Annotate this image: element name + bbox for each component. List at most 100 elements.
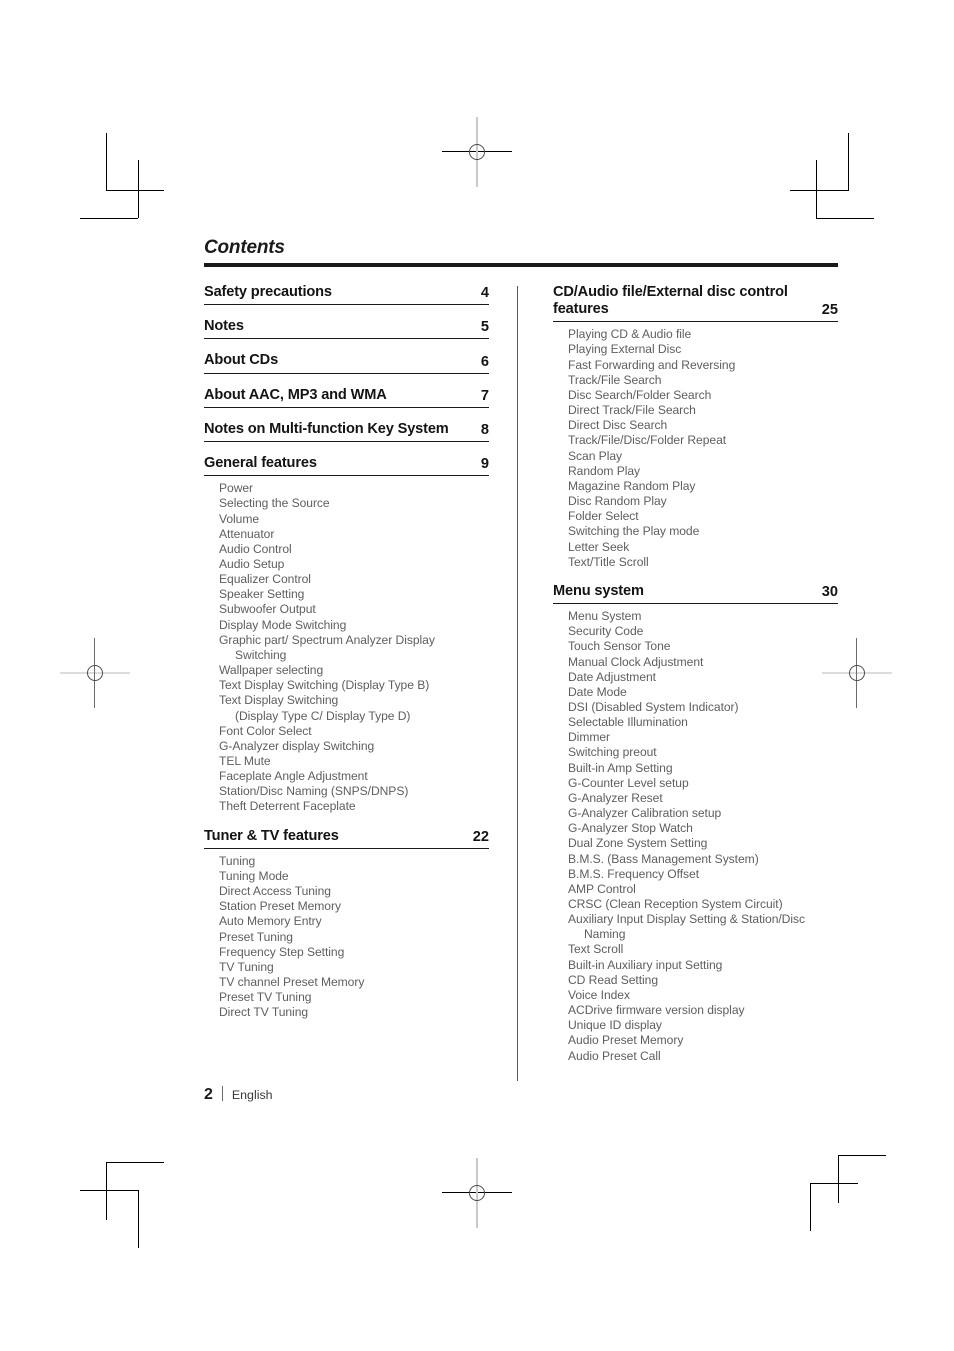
- toc-subitem[interactable]: CRSC (Clean Reception System Circuit): [568, 897, 838, 912]
- toc-subitem[interactable]: Track/File Search: [568, 373, 838, 388]
- toc-subitem[interactable]: Switching preout: [568, 745, 838, 760]
- toc-subitem[interactable]: Station Preset Memory: [219, 899, 489, 914]
- toc-subitem[interactable]: Random Play: [568, 464, 838, 479]
- toc-subitem[interactable]: Direct Track/File Search: [568, 403, 838, 418]
- toc-subitem[interactable]: Tuning: [219, 854, 489, 869]
- toc-subitem[interactable]: G-Counter Level setup: [568, 776, 838, 791]
- toc-subitem[interactable]: Text Scroll: [568, 942, 838, 957]
- toc-subitem[interactable]: AMP Control: [568, 882, 838, 897]
- toc-section-heading[interactable]: About CDs 6: [204, 352, 489, 374]
- toc-subitem[interactable]: G-Analyzer Reset: [568, 791, 838, 806]
- toc-subitem-label: Direct Access Tuning: [219, 884, 331, 899]
- toc-subitem[interactable]: Station/Disc Naming (SNPS/DNPS): [219, 784, 489, 799]
- toc-subitem[interactable]: Disc Search/Folder Search: [568, 388, 838, 403]
- toc-subitem[interactable]: Letter Seek: [568, 540, 838, 555]
- toc-subitem[interactable]: Direct Disc Search: [568, 418, 838, 433]
- toc-subitem[interactable]: CD Read Setting: [568, 973, 838, 988]
- toc-subitem[interactable]: Preset Tuning: [219, 930, 489, 945]
- toc-subitem[interactable]: Playing CD & Audio file: [568, 327, 838, 342]
- toc-subitem[interactable]: Dimmer: [568, 730, 838, 745]
- toc-section-title: Notes on Multi-function Key System: [204, 420, 449, 437]
- toc-subitem[interactable]: Tuning Mode: [219, 869, 489, 884]
- toc-subitem[interactable]: Switching the Play mode: [568, 524, 838, 539]
- toc-subitem[interactable]: Auto Memory Entry: [219, 914, 489, 929]
- toc-subitem[interactable]: Auxiliary Input Display Setting & Statio…: [568, 912, 838, 942]
- toc-section-heading[interactable]: Notes 5: [204, 318, 489, 340]
- toc-subitem[interactable]: G-Analyzer display Switching: [219, 739, 489, 754]
- toc-subitem[interactable]: Text Display Switching (Display Type B): [219, 678, 489, 693]
- toc-section-heading[interactable]: General features 9: [204, 455, 489, 477]
- toc-subitem-label: Audio Preset Memory: [568, 1033, 684, 1048]
- toc-subitem[interactable]: Preset TV Tuning: [219, 990, 489, 1005]
- toc-subitem[interactable]: TV Tuning: [219, 960, 489, 975]
- toc-section-page-number: 25: [821, 302, 838, 319]
- toc-subitem[interactable]: Audio Control: [219, 542, 489, 557]
- toc-subitem-label: Random Play: [568, 463, 641, 478]
- toc-subitem[interactable]: Text/Title Scroll: [568, 555, 838, 570]
- toc-subitem[interactable]: Manual Clock Adjustment: [568, 655, 838, 670]
- toc-subitem-label: Audio Setup: [219, 556, 285, 571]
- toc-subitem[interactable]: Speaker Setting: [219, 587, 489, 602]
- toc-subitem[interactable]: G-Analyzer Calibration setup: [568, 806, 838, 821]
- toc-subitem[interactable]: B.M.S. (Bass Management System): [568, 852, 838, 867]
- toc-subitem[interactable]: Font Color Select: [219, 724, 489, 739]
- crop-mark-line: [810, 1183, 858, 1184]
- toc-subitem[interactable]: Selectable Illumination: [568, 715, 838, 730]
- toc-subitem[interactable]: Faceplate Angle Adjustment: [219, 769, 489, 784]
- toc-subitem[interactable]: Text Display Switching (Display Type C/ D…: [219, 693, 489, 723]
- toc-section-heading[interactable]: Menu system 30: [553, 583, 838, 605]
- toc-subitem[interactable]: Theft Deterrent Faceplate: [219, 799, 489, 814]
- toc-subitem[interactable]: Track/File/Disc/Folder Repeat: [568, 433, 838, 448]
- toc-section-heading[interactable]: Notes on Multi-function Key System 8: [204, 421, 489, 442]
- toc-section-heading[interactable]: CD/Audio file/External disc control feat…: [553, 284, 838, 323]
- toc-subitem[interactable]: Built-in Auxiliary input Setting: [568, 958, 838, 973]
- toc-subitem[interactable]: Display Mode Switching: [219, 618, 489, 633]
- toc-subitem[interactable]: Equalizer Control: [219, 572, 489, 587]
- toc-subitem[interactable]: Direct Access Tuning: [219, 884, 489, 899]
- toc-subitem[interactable]: Wallpaper selecting: [219, 663, 489, 678]
- toc-subitem[interactable]: Power: [219, 481, 489, 496]
- toc-subitem[interactable]: DSI (Disabled System Indicator): [568, 700, 838, 715]
- toc-subitem[interactable]: Selecting the Source: [219, 496, 489, 511]
- toc-subitem[interactable]: Audio Preset Memory: [568, 1033, 838, 1048]
- toc-section-heading[interactable]: About AAC, MP3 and WMA 7: [204, 387, 489, 408]
- toc-subitem[interactable]: TEL Mute: [219, 754, 489, 769]
- toc-subitem[interactable]: Disc Random Play: [568, 494, 838, 509]
- toc-subitem[interactable]: Playing External Disc: [568, 342, 838, 357]
- toc-subitem[interactable]: Menu System: [568, 609, 838, 624]
- toc-subitem-list: Tuning Tuning Mode Direct Access Tuning Sta…: [204, 854, 489, 1021]
- toc-subitem[interactable]: Security Code: [568, 624, 838, 639]
- toc-subitem-label: B.M.S. (Bass Management System): [568, 851, 759, 866]
- crop-mark-line: [138, 160, 139, 218]
- toc-subitem[interactable]: Unique ID display: [568, 1018, 838, 1033]
- toc-subitem-label: Power: [219, 481, 254, 496]
- toc-section-heading[interactable]: Safety precautions 4: [204, 284, 489, 306]
- toc-subitem-label: Auxiliary Input Display Setting & Statio…: [568, 912, 805, 927]
- toc-subitem[interactable]: Scan Play: [568, 449, 838, 464]
- toc-subitem[interactable]: ACDrive firmware version display: [568, 1003, 838, 1018]
- toc-subitem-label: Date Adjustment: [568, 669, 656, 684]
- toc-subitem[interactable]: Dual Zone System Setting: [568, 836, 838, 851]
- toc-subitem[interactable]: Date Adjustment: [568, 670, 838, 685]
- toc-subitem[interactable]: Audio Preset Call: [568, 1049, 838, 1064]
- toc-subitem[interactable]: Magazine Random Play: [568, 479, 838, 494]
- toc-subitem[interactable]: Date Mode: [568, 685, 838, 700]
- toc-subitem[interactable]: Audio Setup: [219, 557, 489, 572]
- toc-section-heading[interactable]: Tuner & TV features 22: [204, 828, 489, 849]
- toc-subitem[interactable]: B.M.S. Frequency Offset: [568, 867, 838, 882]
- toc-subitem[interactable]: Touch Sensor Tone: [568, 639, 838, 654]
- toc-subitem[interactable]: Frequency Step Setting: [219, 945, 489, 960]
- toc-subitem[interactable]: TV channel Preset Memory: [219, 975, 489, 990]
- toc-subitem[interactable]: Fast Forwarding and Reversing: [568, 358, 838, 373]
- registration-circle: [469, 1185, 485, 1201]
- toc-subitem[interactable]: Graphic part/ Spectrum Analyzer Display S…: [219, 633, 489, 663]
- toc-subitem[interactable]: Attenuator: [219, 527, 489, 542]
- toc-subitem[interactable]: Volume: [219, 512, 489, 527]
- toc-subitem[interactable]: Direct TV Tuning: [219, 1005, 489, 1020]
- toc-subitem[interactable]: Voice Index: [568, 988, 838, 1003]
- toc-subitem[interactable]: Built-in Amp Setting: [568, 761, 838, 776]
- toc-subitem[interactable]: Folder Select: [568, 509, 838, 524]
- toc-subitem[interactable]: Subwoofer Output: [219, 602, 489, 617]
- toc-subitem[interactable]: G-Analyzer Stop Watch: [568, 821, 838, 836]
- toc-subitem-label: TV channel Preset Memory: [219, 975, 365, 990]
